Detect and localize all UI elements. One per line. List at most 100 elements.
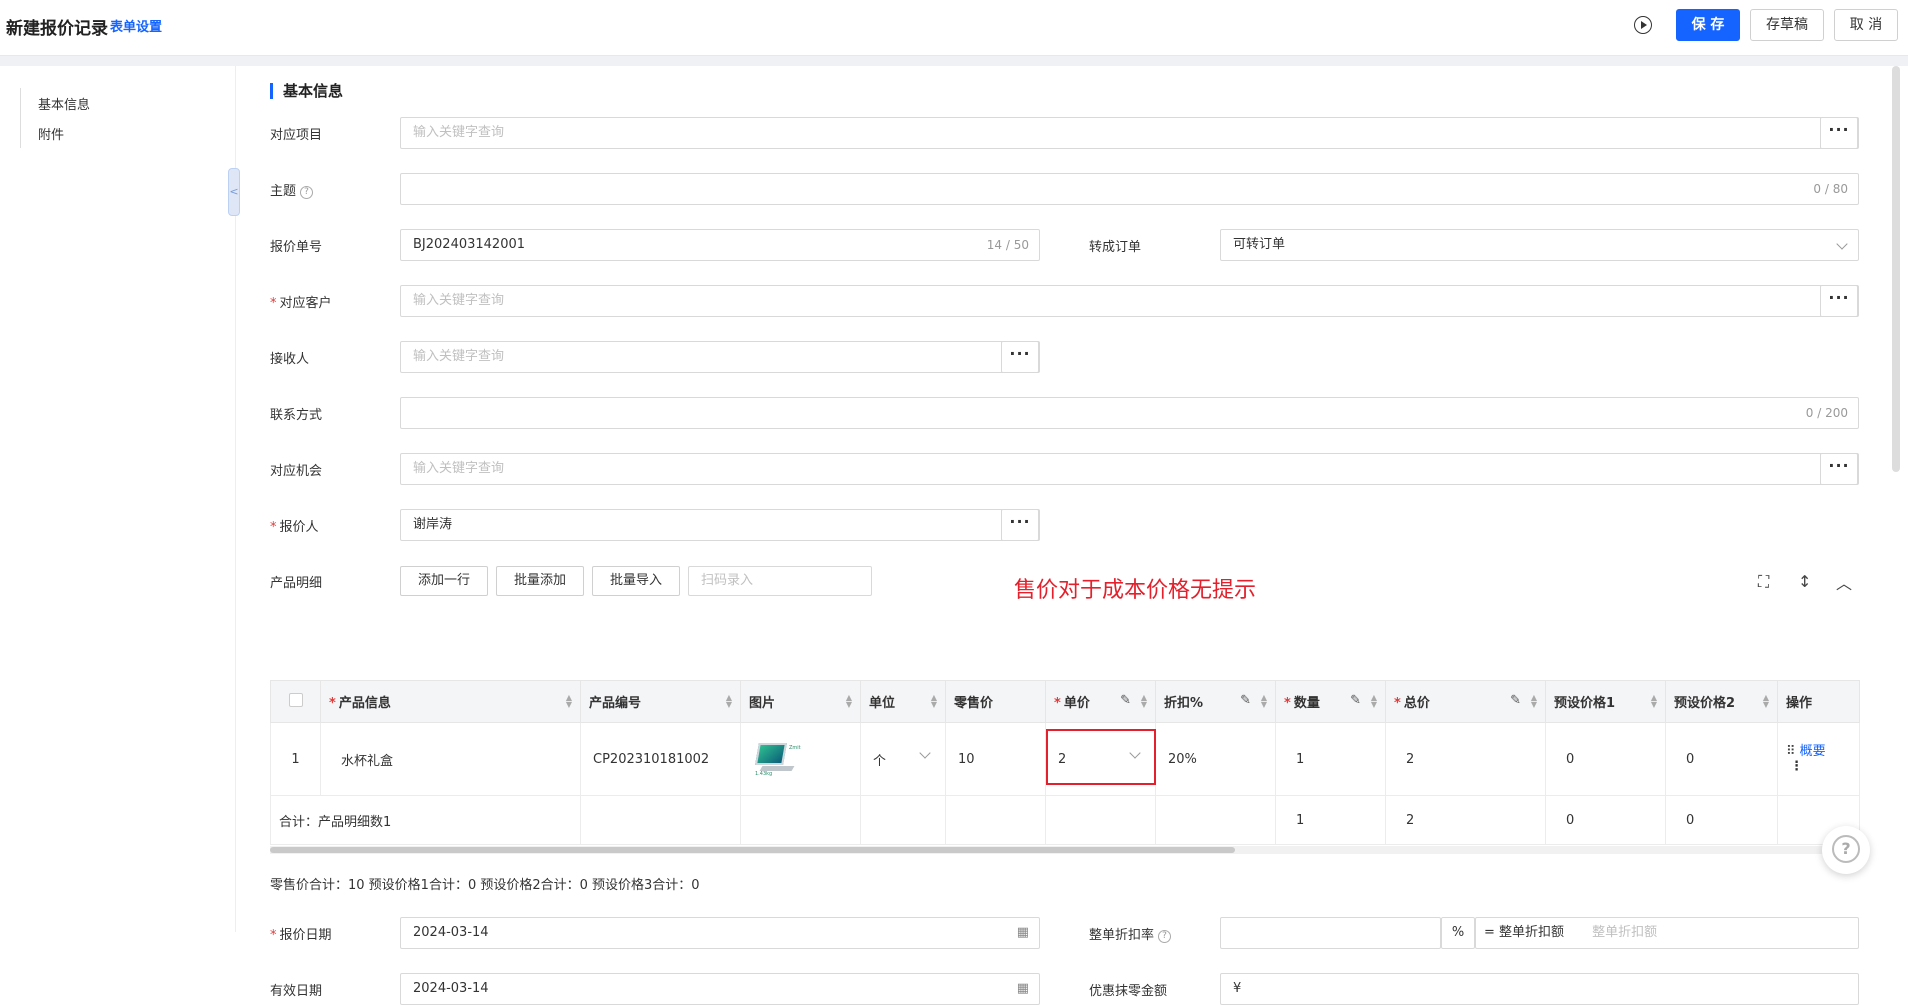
col-unit-price[interactable]: * 单价 ✎ ▲ ▼ [1045,680,1156,723]
sidebar-item-basic-info[interactable]: 基本信息 [38,94,90,113]
receiver-input[interactable]: 输入关键字查询 ··· [400,341,1040,373]
sort-icon[interactable]: ▲ ▼ [1141,694,1147,709]
table-header-row: * 产品信息 ▲ ▼ 产品编号 ▲ ▼ 图片 ▲ ▼ 单位 ▲ ▼ 零售价 * 单价 ✎ ▲ ▼ 折扣% ✎… [270,680,1860,723]
more-dots-icon[interactable]: ··· [1820,117,1858,149]
summary-empty [945,795,1046,845]
discount-amount-placeholder: 整单折扣额 [1592,925,1658,940]
vertical-resize-icon[interactable]: ↕ [1798,572,1811,591]
page-vertical-scrollbar[interactable] [1892,66,1900,472]
quoter-input[interactable]: 谢岸涛 ··· [400,509,1040,541]
sort-icon[interactable]: ▲ ▼ [931,694,937,709]
round-off-input[interactable]: ¥ [1220,973,1859,1005]
batch-add-button[interactable]: 批量添加 [496,566,584,596]
sort-icon[interactable]: ▲ ▼ [566,694,572,709]
more-dots-icon[interactable]: ··· [1820,285,1858,317]
calendar-icon[interactable]: ▦ [1017,918,1029,948]
cancel-button[interactable]: 取 消 [1834,9,1898,41]
edit-pen-icon[interactable]: ✎ [1510,693,1521,708]
col-discount[interactable]: 折扣% ✎ ▲ ▼ [1155,680,1276,723]
valid-date-input[interactable]: 2024-03-14 ▦ [400,973,1040,1005]
col-preset1[interactable]: 预设价格1 ▲ ▼ [1545,680,1666,723]
currency-symbol: ¥ [1233,981,1242,996]
to-order-value: 可转订单 [1233,237,1286,252]
header-label: 单价 [1063,696,1090,711]
valid-date-label: 有效日期 [270,984,323,999]
fullscreen-icon[interactable]: ⛶ [1758,572,1769,592]
sort-icon[interactable]: ▲ ▼ [1531,694,1537,709]
col-image[interactable]: 图片 ▲ ▼ [740,680,861,723]
summary-link[interactable]: 概要 [1800,744,1826,759]
sort-icon[interactable]: ▲ ▼ [1261,694,1267,709]
scroll-thumb[interactable] [270,847,1235,853]
discount-amount-eq-label: = 整单折扣额 [1484,925,1565,940]
form-settings-link[interactable]: 表单设置 [110,16,162,35]
discount-amount-input[interactable]: = 整单折扣额 整单折扣额 [1475,917,1859,949]
edit-pen-icon[interactable]: ✎ [1240,693,1251,708]
save-button[interactable]: 保 存 [1676,9,1740,41]
col-product-info[interactable]: * 产品信息 ▲ ▼ [320,680,581,723]
opportunity-input[interactable]: 输入关键字查询 ··· [400,453,1859,485]
customer-input[interactable]: 输入关键字查询 ··· [400,285,1859,317]
valid-date-value: 2024-03-14 [413,981,489,996]
edit-pen-icon[interactable]: ✎ [1350,693,1361,708]
collapse-sidebar-handle[interactable]: < [228,168,240,216]
save-draft-button[interactable]: 存草稿 [1750,9,1824,41]
edit-pen-icon[interactable]: ✎ [1120,693,1131,708]
to-order-select[interactable]: 可转订单 [1220,229,1859,261]
cell-discount[interactable]: 20% [1155,722,1276,796]
cell-total[interactable]: 2 [1385,722,1546,796]
cell-product[interactable]: 水杯礼盒 [320,722,581,796]
summary-total: 2 [1385,795,1546,845]
subject-input[interactable]: 0 / 80 [400,173,1859,205]
question-float-icon[interactable]: ? [1822,826,1870,874]
col-total[interactable]: * 总价 ✎ ▲ ▼ [1385,680,1546,723]
calendar-icon[interactable]: ▦ [1017,974,1029,1004]
header-label: 预设价格1 [1554,696,1616,711]
batch-import-button[interactable]: 批量导入 [592,566,680,596]
more-dots-icon[interactable]: ··· [1001,509,1039,541]
sort-icon[interactable]: ▲ ▼ [1371,694,1377,709]
summary-row: 合计：产品明细数1 1 2 0 0 [270,795,1860,845]
cell-qty[interactable]: 1 [1275,722,1386,796]
chevron-up-icon[interactable]: ︿ [1836,570,1852,594]
scan-input[interactable]: 扫码录入 [688,566,872,596]
more-vertical-icon[interactable]: ⋮ [1786,760,1859,774]
product-image[interactable]: Zmit 1.43kg [753,739,805,779]
drag-handle-icon[interactable]: ⠿ [1786,744,1796,759]
select-all-cell[interactable] [270,680,321,723]
cell-unit[interactable]: 个 [860,722,946,796]
quoter-label: * 报价人 [270,516,319,535]
more-dots-icon[interactable]: ··· [1820,453,1858,485]
col-product-code[interactable]: 产品编号 ▲ ▼ [580,680,741,723]
col-preset2[interactable]: 预设价格2 ▲ ▼ [1665,680,1778,723]
project-input[interactable]: 输入关键字查询 ··· [400,117,1859,149]
discount-rate-label-text: 整单折扣率 [1089,928,1155,943]
sort-icon[interactable]: ▲ ▼ [1763,694,1769,709]
contact-label: 联系方式 [270,408,323,423]
quote-no-input[interactable]: BJ202403142001 14 / 50 [400,229,1040,261]
play-circle-icon[interactable] [1634,16,1652,34]
col-retail-price[interactable]: 零售价 [945,680,1046,723]
more-dots-icon[interactable]: ··· [1001,341,1039,373]
sort-icon[interactable]: ▲ ▼ [846,694,852,709]
sort-icon[interactable]: ▲ ▼ [726,694,732,709]
discount-rate-input[interactable] [1220,917,1441,949]
select-all-checkbox[interactable] [288,692,303,707]
chevron-down-icon [1836,238,1848,250]
summary-preset1: 0 [1545,795,1666,845]
sort-icon[interactable]: ▲ ▼ [1651,694,1657,709]
header-label: 数量 [1293,696,1320,711]
add-row-button[interactable]: 添加一行 [400,566,488,596]
table-horizontal-scrollbar[interactable] [270,846,1859,854]
cell-unit-price[interactable]: 2 [1045,722,1156,796]
required-mark: * [1054,696,1061,711]
cell-image[interactable]: Zmit 1.43kg [740,722,861,796]
sidebar-item-attachments[interactable]: 附件 [38,124,64,143]
subject-label-text: 主题 [270,184,297,199]
col-quantity[interactable]: * 数量 ✎ ▲ ▼ [1275,680,1386,723]
contact-input[interactable]: 0 / 200 [400,397,1859,429]
col-unit[interactable]: 单位 ▲ ▼ [860,680,946,723]
quote-date-input[interactable]: 2024-03-14 ▦ [400,917,1040,949]
help-icon[interactable]: ? [300,186,314,199]
laptop-shape [755,743,787,765]
